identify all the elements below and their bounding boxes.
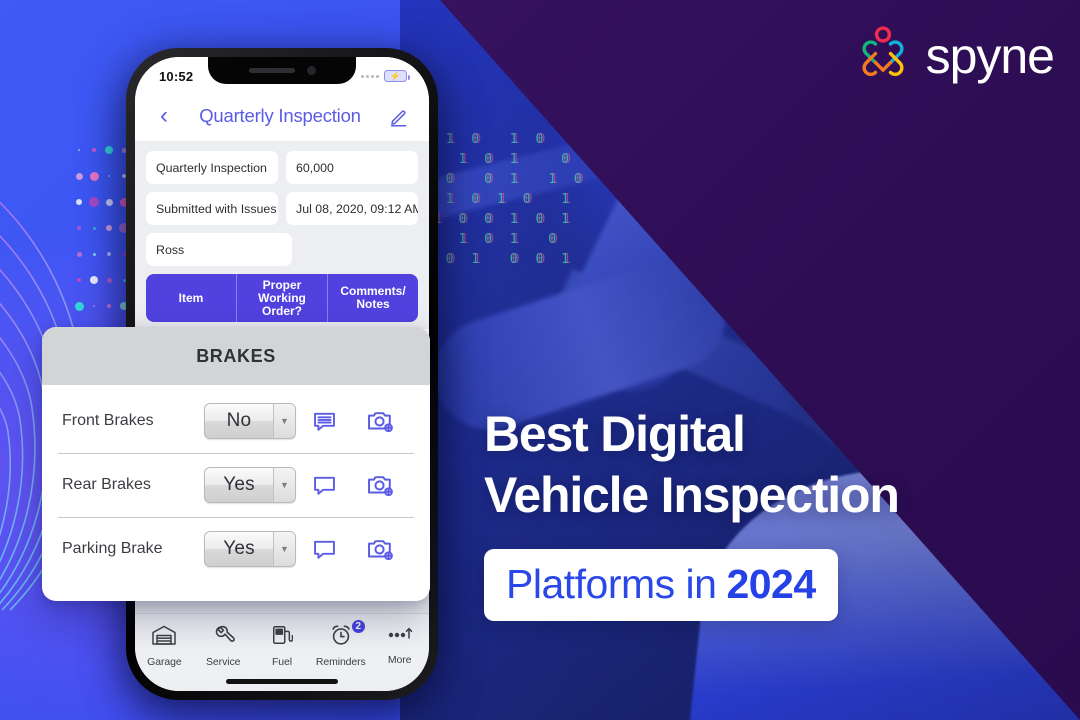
sidebar-item-fuel-label: Fuel	[271, 656, 292, 668]
wrench-icon	[211, 623, 235, 652]
comment-empty-icon[interactable]	[311, 536, 338, 563]
brake-row-camera-wrap	[352, 535, 408, 563]
charging-bolt-icon: ⚡	[389, 70, 402, 81]
brake-row-label: Front Brakes	[62, 412, 154, 429]
table-row[interactable]: Parking Brake Yes ▼	[42, 517, 430, 581]
badge-text-bold: 2024	[726, 561, 816, 607]
working-order-select[interactable]: No ▼	[204, 403, 296, 439]
status-field[interactable]: Submitted with Issues	[146, 192, 278, 225]
chevron-down-icon[interactable]: ▼	[273, 404, 295, 438]
brake-row-label: Parking Brake	[62, 540, 163, 557]
column-header-item-label: Item	[178, 290, 204, 305]
brakes-section-card: BRAKES Front Brakes No ▼ Rear Brakes Yes…	[42, 327, 430, 601]
spyne-wordmark: spyne	[925, 27, 1055, 84]
cm-l1: Comments/	[340, 284, 406, 298]
brake-row-camera-wrap	[352, 471, 408, 499]
badge-text-light: Platforms in	[506, 561, 717, 607]
sidebar-item-garage-label: Garage	[147, 656, 182, 668]
earpiece-speaker	[248, 68, 295, 73]
column-header-working-order: Proper Working Order?	[236, 274, 327, 322]
brake-row-comment-wrap	[296, 472, 352, 499]
sidebar-item-service-label: Service	[206, 656, 241, 668]
phone-notch	[208, 57, 356, 84]
spyne-loop-logo-icon	[855, 26, 911, 85]
form-row-3: Ross	[146, 233, 418, 266]
camera-add-icon[interactable]	[366, 535, 394, 563]
odometer-field[interactable]: 60,000	[286, 151, 418, 184]
brake-row-label: Rear Brakes	[62, 476, 151, 493]
headline-line-1: Best Digital	[484, 406, 746, 462]
select-value: Yes	[223, 538, 255, 559]
signal-dots-icon	[361, 74, 379, 78]
select-value: No	[226, 410, 252, 431]
comment-filled-icon[interactable]	[311, 408, 338, 435]
chevron-down-icon[interactable]: ▼	[273, 468, 295, 502]
battery-charging-icon: ⚡	[384, 70, 410, 82]
sidebar-item-service[interactable]: Service	[195, 623, 251, 668]
inspection-table-header: Item Proper Working Order? Comments/ Not…	[146, 274, 418, 322]
datetime-field[interactable]: Jul 08, 2020, 09:12 AM	[286, 192, 418, 225]
select-value: Yes	[223, 474, 255, 495]
column-header-comments-label: Comments/ Notes	[340, 285, 405, 311]
column-header-working-order-label: Proper Working Order?	[258, 277, 306, 318]
brake-row-select-wrap: Yes ▼	[204, 531, 296, 567]
form-row-1: Quarterly Inspection 60,000	[146, 151, 418, 184]
comment-empty-icon[interactable]	[311, 472, 338, 499]
status-time: 10:52	[159, 68, 194, 84]
brake-row-select-wrap: No ▼	[204, 403, 296, 439]
headline: Best Digital Vehicle Inspection	[484, 404, 900, 526]
working-order-select[interactable]: Yes ▼	[204, 467, 296, 503]
garage-icon	[151, 623, 177, 652]
brake-row-comment-wrap	[296, 408, 352, 435]
home-indicator	[226, 679, 338, 684]
chevron-down-icon[interactable]: ▼	[273, 532, 295, 566]
brake-row-comment-wrap	[296, 536, 352, 563]
wo-l3: Order?	[261, 303, 302, 318]
platforms-2024-badge: Platforms in 2024	[484, 549, 838, 621]
spyne-logo[interactable]: spyne	[855, 26, 1055, 85]
inspection-type-field[interactable]: Quarterly Inspection	[146, 151, 278, 184]
fuel-pump-icon	[271, 623, 294, 652]
pencil-edit-icon[interactable]	[387, 104, 411, 128]
sidebar-item-more-label: More	[387, 654, 412, 666]
wo-l2: Working	[258, 290, 306, 305]
more-dots-icon	[386, 623, 414, 650]
working-order-select[interactable]: Yes ▼	[204, 531, 296, 567]
camera-add-icon[interactable]	[366, 471, 394, 499]
table-row[interactable]: Rear Brakes Yes ▼	[42, 453, 430, 517]
camera-add-icon[interactable]	[366, 407, 394, 435]
sidebar-item-reminders[interactable]: 2 Reminders	[313, 618, 369, 668]
inspection-summary-form: Quarterly Inspection 60,000 Submitted wi…	[135, 141, 429, 266]
sidebar-item-fuel[interactable]: Fuel	[254, 623, 310, 668]
brake-row-camera-wrap	[352, 407, 408, 435]
table-row[interactable]: Front Brakes No ▼	[42, 389, 430, 453]
brakes-rows: Front Brakes No ▼ Rear Brakes Yes ▼ Park…	[42, 385, 430, 601]
headline-line-2: Vehicle Inspection	[484, 467, 900, 523]
cm-l2: Notes	[356, 297, 390, 311]
column-header-comments: Comments/ Notes	[327, 274, 418, 322]
status-indicators: ⚡	[361, 70, 410, 82]
page-title: Quarterly Inspection	[199, 105, 361, 126]
technician-field[interactable]: Ross	[146, 233, 292, 266]
wo-l1: Proper	[262, 277, 302, 292]
banner-root: 0 1 0 1 0 1 0 1 0 1 0 1 0 0 1 1 0 0 1 0 …	[0, 0, 1080, 720]
sidebar-item-garage[interactable]: Garage	[136, 623, 192, 668]
brakes-section-title: BRAKES	[42, 327, 430, 385]
column-header-item: Item	[146, 274, 236, 322]
bottom-navigation: Garage Service Fuel 2 Reminders More	[135, 613, 429, 691]
sidebar-item-reminders-label: Reminders	[315, 656, 366, 668]
sidebar-item-more[interactable]: More	[372, 623, 428, 666]
brake-row-select-wrap: Yes ▼	[204, 467, 296, 503]
front-camera-icon	[306, 66, 316, 75]
reminders-badge: 2	[349, 618, 367, 635]
form-row-2: Submitted with Issues Jul 08, 2020, 09:1…	[146, 192, 418, 225]
app-header: ‹ Quarterly Inspection	[135, 91, 429, 141]
